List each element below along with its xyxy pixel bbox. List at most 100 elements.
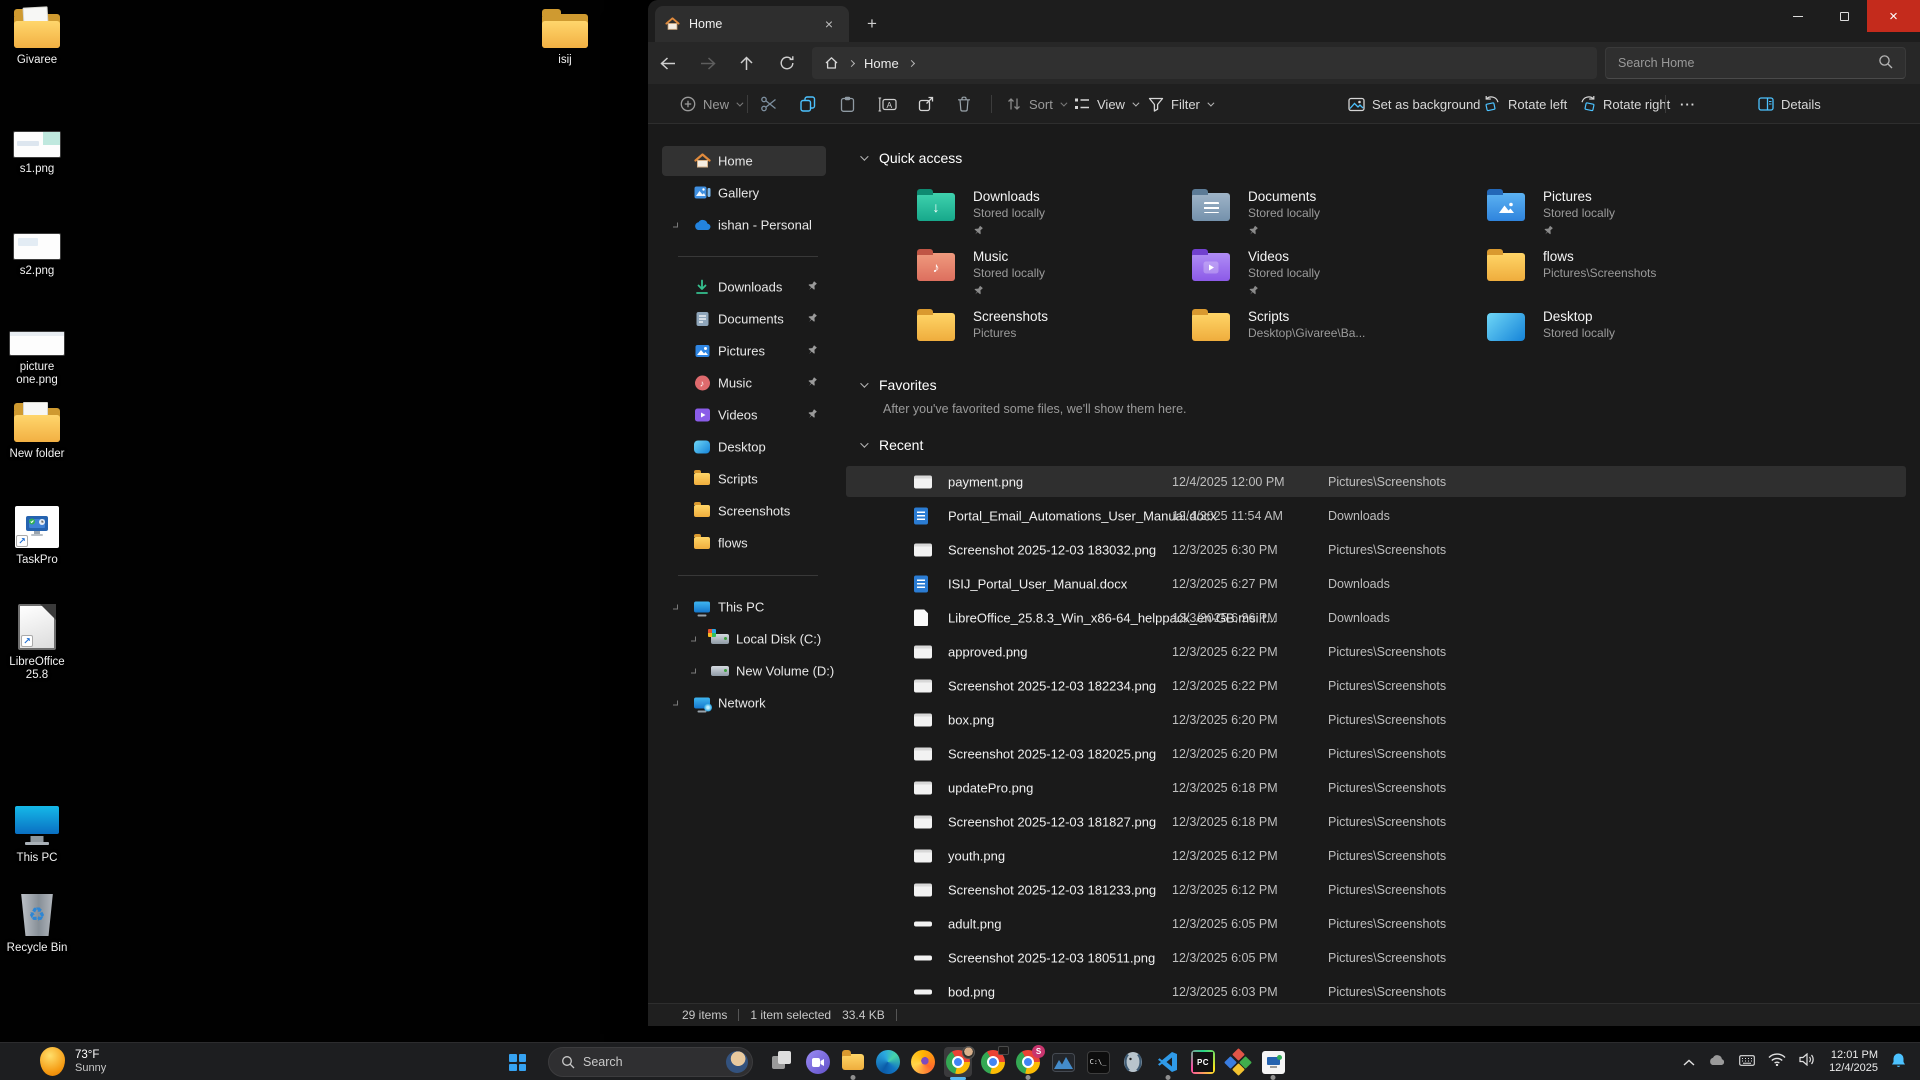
sidebar-item-screenshots[interactable]: Screenshots <box>662 496 826 526</box>
minimize-button[interactable] <box>1775 0 1821 32</box>
rotate-right-button[interactable]: Rotate right <box>1573 90 1676 118</box>
desktop-icon-taskpro[interactable]: ↗ TaskPro <box>0 503 74 567</box>
tab-home[interactable]: Home × <box>655 6 849 42</box>
copy-button[interactable] <box>794 90 822 118</box>
chrome-profile-s-icon[interactable]: S <box>1014 1047 1042 1077</box>
filter-button[interactable]: Filter <box>1142 90 1218 118</box>
edge-browser-icon[interactable] <box>874 1047 902 1077</box>
pycharm-icon[interactable]: PC <box>1189 1047 1217 1077</box>
chrome-profile-1-icon[interactable] <box>944 1047 972 1077</box>
desktop-icon-picture-one[interactable]: picture one.png <box>0 324 74 387</box>
details-pane-button[interactable]: Details <box>1752 90 1827 118</box>
quick-access-downloads[interactable]: ↓ DownloadsStored locally <box>917 188 1179 235</box>
section-favorites[interactable]: Favorites <box>860 377 937 393</box>
file-row[interactable]: updatePro.png12/3/2025 6:18 PMPictures\S… <box>846 772 1906 803</box>
file-row[interactable]: Screenshot 2025-12-03 181827.png12/3/202… <box>846 806 1906 837</box>
rename-button[interactable]: A <box>872 90 903 118</box>
search-input[interactable]: Search Home <box>1605 47 1906 79</box>
volume-icon[interactable] <box>1799 1053 1816 1071</box>
quick-access-videos[interactable]: VideosStored locally <box>1192 248 1454 295</box>
wifi-icon[interactable] <box>1768 1053 1786 1071</box>
quick-access-screenshots[interactable]: ScreenshotsPictures <box>917 308 1179 341</box>
section-recent[interactable]: Recent <box>860 437 923 453</box>
start-button[interactable] <box>509 1054 526 1071</box>
refresh-button[interactable] <box>773 49 801 77</box>
onedrive-tray-icon[interactable] <box>1708 1053 1726 1071</box>
diamond-app-icon[interactable] <box>1224 1047 1252 1077</box>
sidebar-item-documents[interactable]: Documents <box>662 304 826 334</box>
file-row[interactable]: LibreOffice_25.8.3_Win_x86-64_helppack_e… <box>846 602 1906 633</box>
terminal-icon[interactable]: C:\_ <box>1084 1047 1112 1077</box>
sidebar-item-network[interactable]: Network <box>662 688 826 718</box>
more-options-button[interactable]: ··· <box>1674 90 1702 118</box>
desktop-icon-this-pc[interactable]: This PC <box>0 798 74 865</box>
quick-access-pictures[interactable]: PicturesStored locally <box>1487 188 1749 235</box>
file-row[interactable]: Portal_Email_Automations_User_Manual.doc… <box>846 500 1906 531</box>
file-row[interactable]: ISIJ_Portal_User_Manual.docx12/3/2025 6:… <box>846 568 1906 599</box>
file-row[interactable]: Screenshot 2025-12-03 180511.png12/3/202… <box>846 942 1906 973</box>
sidebar-item-gallery[interactable]: Gallery <box>662 178 826 208</box>
desktop-icon-isij[interactable]: isij <box>528 8 602 67</box>
close-button[interactable]: × <box>1867 0 1920 32</box>
new-tab-button[interactable]: + <box>860 12 884 36</box>
section-quick-access[interactable]: Quick access <box>860 150 962 166</box>
chrome-profile-2-icon[interactable] <box>979 1047 1007 1077</box>
desktop-icon-new-folder[interactable]: New folder <box>0 402 74 461</box>
sidebar-item-downloads[interactable]: Downloads <box>662 272 826 302</box>
file-row[interactable]: Screenshot 2025-12-03 183032.png12/3/202… <box>846 534 1906 565</box>
paste-button[interactable] <box>834 90 861 118</box>
file-row[interactable]: adult.png12/3/2025 6:05 PMPictures\Scree… <box>846 908 1906 939</box>
view-button[interactable]: View <box>1068 90 1143 118</box>
chat-app-icon[interactable] <box>804 1047 832 1077</box>
file-row[interactable]: Screenshot 2025-12-03 182234.png12/3/202… <box>846 670 1906 701</box>
tray-expand-icon[interactable] <box>1683 1053 1695 1071</box>
quick-access-desktop[interactable]: DesktopStored locally <box>1487 308 1749 341</box>
sidebar-item-pictures[interactable]: Pictures <box>662 336 826 366</box>
file-row[interactable]: approved.png12/3/2025 6:22 PMPictures\Sc… <box>846 636 1906 667</box>
desktop-icon-libreoffice[interactable]: ↗ LibreOffice 25.8 <box>0 602 74 682</box>
postgresql-icon[interactable] <box>1119 1047 1147 1077</box>
task-view-button[interactable] <box>769 1047 797 1077</box>
file-row-selected[interactable]: payment.png12/4/2025 12:00 PMPictures\Sc… <box>846 466 1906 497</box>
desktop-icon-givaree[interactable]: Givaree <box>0 8 74 67</box>
sidebar-item-home[interactable]: Home <box>662 146 826 176</box>
up-button[interactable] <box>732 49 760 77</box>
set-as-background-button[interactable]: Set as background <box>1342 90 1486 118</box>
desktop-icon-s2[interactable]: s2.png <box>0 226 74 278</box>
vscode-icon[interactable] <box>1154 1047 1182 1077</box>
rotate-left-button[interactable]: Rotate left <box>1478 90 1573 118</box>
quick-access-music[interactable]: ♪ MusicStored locally <box>917 248 1179 295</box>
quick-access-flows[interactable]: flowsPictures\Screenshots <box>1487 248 1749 281</box>
new-button[interactable]: New <box>674 90 747 118</box>
keyboard-tray-icon[interactable] <box>1739 1053 1755 1071</box>
desktop-icon-s1[interactable]: s1.png <box>0 124 74 176</box>
desktop-icon-recycle-bin[interactable]: ♻ Recycle Bin <box>0 890 74 955</box>
weather-widget[interactable]: 73°FSunny <box>40 1047 106 1076</box>
sort-button[interactable]: Sort <box>1000 90 1071 118</box>
file-explorer-icon[interactable] <box>839 1047 867 1077</box>
taskpro-app-icon[interactable] <box>1259 1047 1287 1077</box>
breadcrumb-item-home[interactable]: Home <box>864 56 899 71</box>
sidebar-item-this-pc[interactable]: This PC <box>662 592 826 622</box>
sidebar-item-onedrive-personal[interactable]: ishan - Personal <box>662 210 826 240</box>
breadcrumb[interactable]: Home <box>812 47 1597 79</box>
forward-button[interactable] <box>694 49 722 77</box>
sidebar-item-videos[interactable]: Videos <box>662 400 826 430</box>
maximize-button[interactable] <box>1821 0 1867 32</box>
sidebar-item-flows[interactable]: flows <box>662 528 826 558</box>
file-row[interactable]: youth.png12/3/2025 6:12 PMPictures\Scree… <box>846 840 1906 871</box>
taskbar-search[interactable]: Search <box>548 1047 753 1077</box>
sidebar-item-scripts[interactable]: Scripts <box>662 464 826 494</box>
file-row[interactable]: box.png12/3/2025 6:20 PMPictures\Screens… <box>846 704 1906 735</box>
quick-access-documents[interactable]: DocumentsStored locally <box>1192 188 1454 235</box>
taskbar-clock[interactable]: 12:01 PM 12/4/2025 <box>1829 1049 1878 1075</box>
sidebar-item-new-volume-d[interactable]: New Volume (D:) <box>662 656 826 686</box>
delete-button[interactable] <box>951 90 977 118</box>
file-row[interactable]: Screenshot 2025-12-03 182025.png12/3/202… <box>846 738 1906 769</box>
tab-close-button[interactable]: × <box>819 14 839 34</box>
sidebar-item-music[interactable]: ♪ Music <box>662 368 826 398</box>
cut-button[interactable] <box>754 90 784 118</box>
firefox-browser-icon[interactable] <box>909 1047 937 1077</box>
share-button[interactable] <box>912 90 940 118</box>
monitor-graph-app-icon[interactable] <box>1049 1047 1077 1077</box>
